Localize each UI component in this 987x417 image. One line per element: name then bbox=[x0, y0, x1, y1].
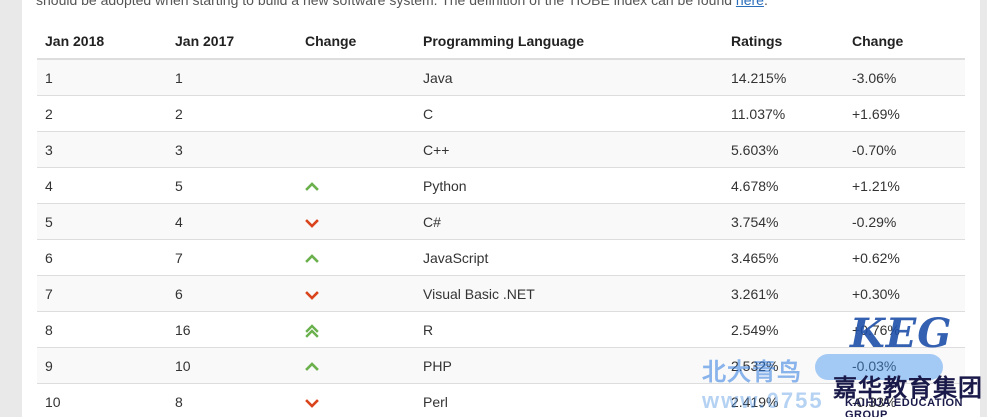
table-row: 5 4 C# 3.754% -0.29% bbox=[37, 203, 965, 240]
table-header-row: Jan 2018 Jan 2017 Change Programming Lan… bbox=[37, 23, 965, 60]
chevron-up-icon bbox=[305, 361, 319, 373]
cell-rank-2017: 3 bbox=[167, 131, 297, 168]
tiobe-definition-link[interactable]: here bbox=[736, 0, 764, 8]
cell-rank-2018: 4 bbox=[37, 167, 167, 204]
cell-rank-2017: 16 bbox=[167, 311, 297, 348]
intro-tail: . bbox=[763, 0, 768, 8]
table-row: 3 3 C++ 5.603% -0.70% bbox=[37, 131, 965, 168]
cell-language: C++ bbox=[415, 131, 723, 168]
cell-trend bbox=[297, 383, 415, 417]
cell-rating: 4.678% bbox=[723, 167, 844, 204]
header-jan-2017[interactable]: Jan 2017 bbox=[167, 23, 297, 60]
cell-language: C# bbox=[415, 203, 723, 240]
cell-change: +0.76% bbox=[844, 311, 965, 348]
cell-change: +0.30% bbox=[844, 275, 965, 312]
cell-rating: 2.532% bbox=[723, 347, 844, 384]
cell-rank-2018: 6 bbox=[37, 239, 167, 276]
cell-rank-2018: 9 bbox=[37, 347, 167, 384]
cell-rating: 3.465% bbox=[723, 239, 844, 276]
cell-trend bbox=[297, 58, 415, 96]
chevron-up-icon bbox=[305, 181, 319, 193]
cell-rating: 3.261% bbox=[723, 275, 844, 312]
cell-language: Python bbox=[415, 167, 723, 204]
cell-change: -0.33% bbox=[844, 383, 965, 417]
cell-trend bbox=[297, 203, 415, 240]
cell-change: +1.69% bbox=[844, 95, 965, 132]
cell-language: Perl bbox=[415, 383, 723, 417]
cell-language: JavaScript bbox=[415, 239, 723, 276]
cell-language: Visual Basic .NET bbox=[415, 275, 723, 312]
cell-language: PHP bbox=[415, 347, 723, 384]
cell-rating: 3.754% bbox=[723, 203, 844, 240]
double-chevron-up-icon bbox=[305, 323, 319, 338]
chevron-down-icon bbox=[305, 217, 319, 229]
cell-trend bbox=[297, 95, 415, 132]
cell-rank-2018: 1 bbox=[37, 58, 167, 96]
table-row: 8 16 R 2.549% +0.76% bbox=[37, 311, 965, 348]
chevron-down-icon bbox=[305, 289, 319, 301]
cell-rank-2017: 10 bbox=[167, 347, 297, 384]
cell-rank-2017: 4 bbox=[167, 203, 297, 240]
cell-rating: 2.419% bbox=[723, 383, 844, 417]
cell-rank-2018: 7 bbox=[37, 275, 167, 312]
cell-rank-2017: 1 bbox=[167, 58, 297, 96]
cell-trend bbox=[297, 131, 415, 168]
table-row: 1 1 Java 14.215% -3.06% bbox=[37, 58, 965, 96]
tiobe-index-table: Jan 2018 Jan 2017 Change Programming Lan… bbox=[37, 23, 965, 417]
cell-change: -0.03% bbox=[844, 347, 965, 384]
cell-rating: 14.215% bbox=[723, 58, 844, 96]
cell-rank-2018: 3 bbox=[37, 131, 167, 168]
cell-rank-2017: 5 bbox=[167, 167, 297, 204]
cell-rank-2018: 8 bbox=[37, 311, 167, 348]
cell-rating: 11.037% bbox=[723, 95, 844, 132]
cell-rank-2017: 8 bbox=[167, 383, 297, 417]
header-ratings[interactable]: Ratings bbox=[723, 23, 844, 60]
cell-change: +0.62% bbox=[844, 239, 965, 276]
cell-change: +1.21% bbox=[844, 167, 965, 204]
cell-rank-2018: 2 bbox=[37, 95, 167, 132]
cell-rank-2018: 10 bbox=[37, 383, 167, 417]
table-row: 6 7 JavaScript 3.465% +0.62% bbox=[37, 239, 965, 276]
intro-text: should be adopted when starting to build… bbox=[36, 0, 736, 8]
intro-paragraph: should be adopted when starting to build… bbox=[36, 0, 768, 9]
table-row: 2 2 C 11.037% +1.69% bbox=[37, 95, 965, 132]
cell-change: -0.70% bbox=[844, 131, 965, 168]
cell-language: R bbox=[415, 311, 723, 348]
cell-rank-2018: 5 bbox=[37, 203, 167, 240]
table-body: 1 1 Java 14.215% -3.06% 2 2 C 11.037% +1.69% 3 3 C++… bbox=[37, 58, 965, 417]
cell-rank-2017: 2 bbox=[167, 95, 297, 132]
chevron-down-icon bbox=[305, 397, 319, 409]
cell-rating: 5.603% bbox=[723, 131, 844, 168]
table-row: 10 8 Perl 2.419% -0.33% bbox=[37, 383, 965, 417]
header-change[interactable]: Change bbox=[297, 23, 415, 60]
content-card: should be adopted when starting to build… bbox=[22, 0, 980, 417]
cell-rank-2017: 7 bbox=[167, 239, 297, 276]
page: should be adopted when starting to build… bbox=[0, 0, 987, 417]
header-programming-language[interactable]: Programming Language bbox=[415, 23, 723, 60]
cell-trend bbox=[297, 347, 415, 384]
chevron-up-icon bbox=[305, 253, 319, 265]
cell-language: C bbox=[415, 95, 723, 132]
table-row: 4 5 Python 4.678% +1.21% bbox=[37, 167, 965, 204]
header-ratings-change[interactable]: Change bbox=[844, 23, 965, 60]
table-row: 9 10 PHP 2.532% -0.03% bbox=[37, 347, 965, 384]
cell-rank-2017: 6 bbox=[167, 275, 297, 312]
cell-trend bbox=[297, 275, 415, 312]
cell-language: Java bbox=[415, 58, 723, 96]
cell-change: -3.06% bbox=[844, 58, 965, 96]
cell-change: -0.29% bbox=[844, 203, 965, 240]
header-jan-2018[interactable]: Jan 2018 bbox=[37, 23, 167, 60]
cell-rating: 2.549% bbox=[723, 311, 844, 348]
table-row: 7 6 Visual Basic .NET 3.261% +0.30% bbox=[37, 275, 965, 312]
cell-trend bbox=[297, 167, 415, 204]
cell-trend bbox=[297, 311, 415, 348]
cell-trend bbox=[297, 239, 415, 276]
